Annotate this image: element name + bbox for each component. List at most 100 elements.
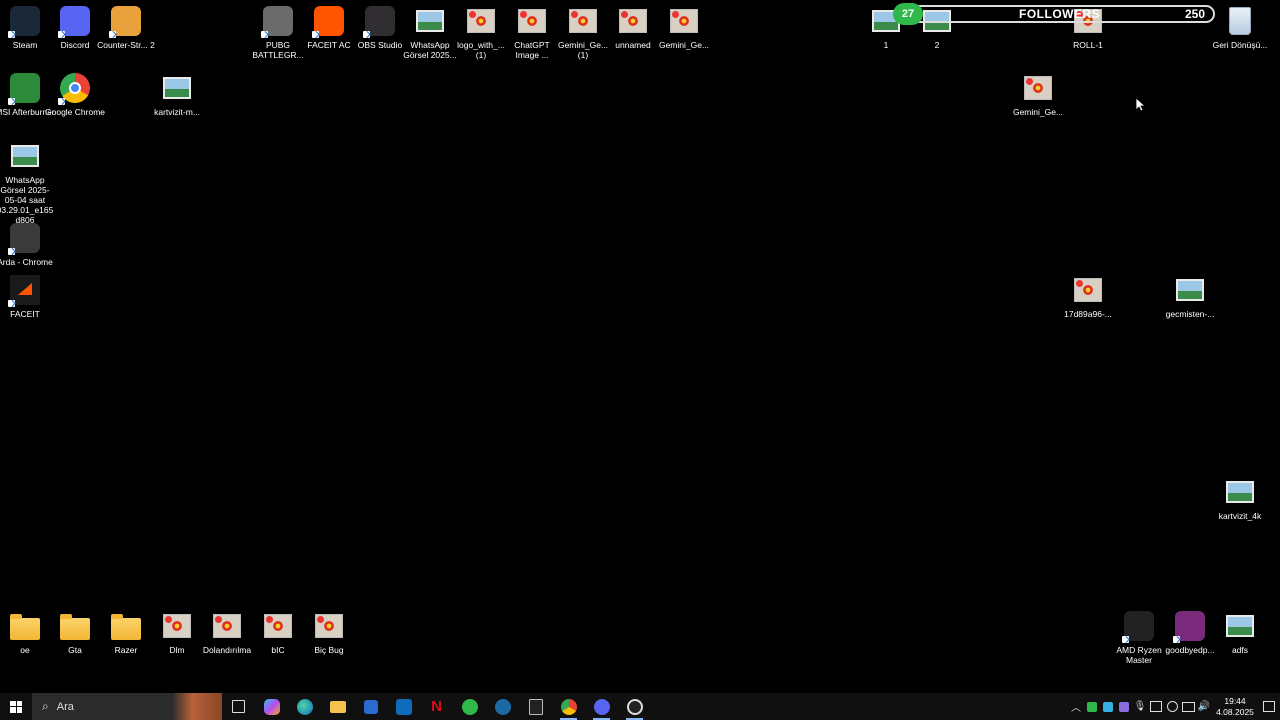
epic-games-icon	[528, 698, 543, 715]
desktop-icon-label: WhatsApp Görsel 2025-05-04 saat 03.29.01…	[0, 175, 54, 225]
chrome-icon	[560, 698, 577, 715]
edge-button[interactable]	[288, 693, 321, 720]
desktop-icon[interactable]: Dlm	[152, 610, 202, 655]
shortcut-arrow-icon	[8, 300, 15, 307]
shortcut-arrow-icon	[109, 31, 116, 38]
tray-app-icon[interactable]	[1084, 693, 1100, 720]
steam-icon	[8, 5, 41, 38]
desktop-icon[interactable]: bIC	[253, 610, 303, 655]
notification-center-button[interactable]	[1258, 701, 1280, 712]
image-file-icon	[668, 5, 700, 37]
folder-icon	[9, 610, 41, 642]
desktop-icon[interactable]: Gemini_Ge...	[1013, 72, 1063, 117]
search-icon: ⌕	[42, 699, 49, 713]
microsoft-store-button[interactable]	[354, 693, 387, 720]
desktop-icon[interactable]: Biç Bug	[304, 610, 354, 655]
discord-taskbar-button[interactable]	[585, 693, 618, 720]
desktop-icon[interactable]: Google Chrome	[45, 72, 105, 117]
desktop-icon-label: Geri Dönüşü...	[1212, 40, 1268, 50]
desktop-icon[interactable]: adfs	[1215, 610, 1265, 655]
desktop-icon[interactable]: Arda - Chrome	[0, 222, 53, 267]
desktop-icon[interactable]: kartvizit-m...	[152, 72, 202, 117]
copilot-button[interactable]	[255, 693, 288, 720]
desktop-icon[interactable]: WhatsApp Görsel 2025...	[403, 5, 457, 60]
desktop-icon[interactable]: logo_with_... (1)	[456, 5, 506, 60]
desktop-icon[interactable]: unnamed	[608, 5, 658, 50]
desktop-icon[interactable]: OBS Studio	[355, 5, 405, 50]
desktop-icon[interactable]: AMD Ryzen Master	[1114, 610, 1164, 665]
desktop-icon-label: 2	[934, 40, 940, 50]
desktop-icon[interactable]: Dolandırılma	[202, 610, 252, 655]
desktop-icon[interactable]: oe	[0, 610, 50, 655]
network-icon[interactable]	[1180, 693, 1196, 720]
followers-count-badge: 27	[893, 3, 923, 25]
pubg-icon	[261, 5, 294, 38]
clock-time: 19:44	[1224, 695, 1246, 706]
desktop-icon[interactable]: FACEIT AC	[304, 5, 354, 50]
store-icon	[363, 699, 378, 714]
shortcut-arrow-icon	[1173, 636, 1180, 643]
desktop-icon[interactable]: 17d89a96-...	[1063, 274, 1113, 319]
image-file-icon	[1072, 274, 1104, 306]
desktop-icon[interactable]: PUBG BATTLEGR...	[252, 5, 304, 60]
image-file-icon	[211, 610, 243, 642]
notification-icon	[1263, 701, 1275, 712]
desktop-icon[interactable]: FACEIT	[0, 274, 50, 319]
image-file-icon	[1022, 72, 1054, 104]
obs-taskbar-button[interactable]	[618, 693, 651, 720]
desktop-icon[interactable]: goodbyedp...	[1165, 610, 1215, 655]
followers-title: FOLLOWERS	[1019, 7, 1101, 21]
file-explorer-button[interactable]	[321, 693, 354, 720]
netflix-button[interactable]: N	[420, 693, 453, 720]
shortcut-arrow-icon	[261, 31, 268, 38]
discord-icon	[58, 5, 91, 38]
desktop-icon[interactable]: ChatGPT Image ...	[507, 5, 557, 60]
desktop-icon[interactable]: Counter-Str... 2	[97, 5, 155, 50]
desktop-icon[interactable]: Gemini_Ge... (1)	[558, 5, 608, 60]
recycle-bin-icon	[1224, 5, 1256, 37]
shortcut-arrow-icon	[8, 31, 15, 38]
image-file-icon	[313, 610, 345, 642]
edge-icon	[296, 698, 313, 715]
desktop-icon[interactable]: Gemini_Ge...	[659, 5, 709, 50]
steam-taskbar-button[interactable]	[486, 693, 519, 720]
desktop-icon-label: adfs	[1231, 645, 1249, 655]
desktop-icon[interactable]: Gta	[50, 610, 100, 655]
start-button[interactable]	[0, 693, 32, 720]
desktop-icon-label: Gemini_Ge...	[1012, 107, 1064, 117]
desktop-icon[interactable]: gecmisten-...	[1165, 274, 1215, 319]
image-file-icon	[161, 610, 193, 642]
desktop-icon-label: Google Chrome	[45, 107, 106, 117]
green-app-button[interactable]	[453, 693, 486, 720]
image-file-icon	[465, 5, 497, 37]
desktop-icon-label: kartvizit-m...	[154, 107, 200, 117]
chrome-taskbar-button[interactable]	[552, 693, 585, 720]
volume-icon[interactable]: 🔊	[1196, 693, 1212, 720]
epic-games-button[interactable]	[519, 693, 552, 720]
outlook-button[interactable]	[387, 693, 420, 720]
desktop-icon[interactable]: kartvizit_4k	[1215, 476, 1265, 521]
faceit-icon	[8, 274, 41, 307]
desktop-icon[interactable]: MSI Afterburner	[0, 72, 55, 117]
microphone-icon[interactable]: 🎙	[1132, 693, 1148, 720]
desktop-icon-label: 17d89a96-...	[1064, 309, 1112, 319]
desktop-icon[interactable]: Discord	[50, 5, 100, 50]
desktop-icon-label: Gemini_Ge...	[658, 40, 710, 50]
desktop-icon[interactable]: Geri Dönüşü...	[1213, 5, 1267, 50]
image-file-icon	[617, 5, 649, 37]
clock-date: 4.08.2025	[1216, 706, 1254, 717]
folder-icon	[110, 610, 142, 642]
tray-app-icon[interactable]	[1164, 693, 1180, 720]
tray-app-icon[interactable]	[1100, 693, 1116, 720]
desktop-icon[interactable]: Razer	[101, 610, 151, 655]
show-hidden-icons-button[interactable]: ︿	[1068, 693, 1084, 720]
tray-app-icon[interactable]	[1148, 693, 1164, 720]
task-view-button[interactable]	[222, 693, 255, 720]
desktop-icon[interactable]: WhatsApp Görsel 2025-05-04 saat 03.29.01…	[0, 140, 53, 225]
tray-app-icon[interactable]	[1116, 693, 1132, 720]
search-input[interactable]: Ara	[57, 701, 74, 713]
desktop-icon[interactable]: Steam	[0, 5, 50, 50]
taskbar-search[interactable]: ⌕ Ara	[32, 693, 222, 720]
folder-icon	[59, 610, 91, 642]
taskbar-clock[interactable]: 19:44 4.08.2025	[1212, 696, 1258, 718]
